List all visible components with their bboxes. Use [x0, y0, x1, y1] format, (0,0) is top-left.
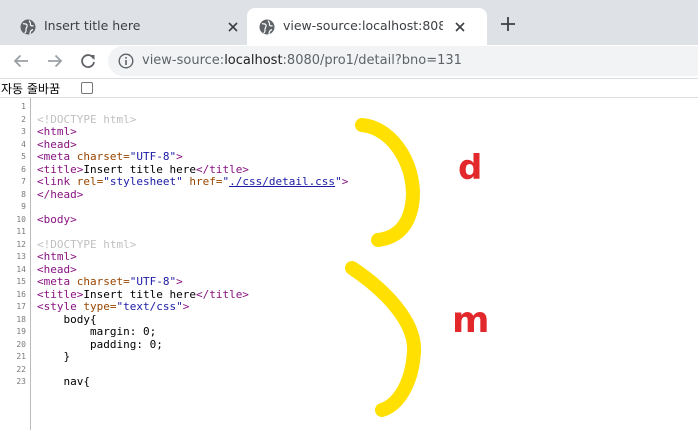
info-icon[interactable] — [118, 53, 134, 69]
url-host: localhost — [224, 53, 283, 68]
globe-icon — [259, 19, 275, 35]
line-wrap-option: 자동 줄바꿈 — [0, 78, 698, 96]
code-token: charset= — [76, 150, 130, 163]
code-token: </title> — [195, 287, 249, 301]
code-token: "text/css" — [116, 300, 183, 313]
code-token: charset= — [76, 275, 130, 288]
code-token: > — [182, 300, 190, 313]
tab-view-source[interactable]: view-source:localhost:8080/pro1/det — [247, 8, 487, 45]
code-token: <head> — [37, 262, 77, 276]
url-text[interactable]: view-source:localhost:8080/pro1/detail?b… — [142, 53, 462, 68]
line-content: nav{ — [37, 375, 90, 389]
code-token: <meta — [37, 150, 77, 163]
code-token: </head> — [37, 187, 84, 201]
code-token: "stylesheet" — [103, 175, 190, 188]
code-token: } — [37, 350, 71, 363]
line-wrap-label: 자동 줄바꿈 — [1, 82, 61, 96]
code-token: </title> — [195, 162, 249, 176]
annotation-letter-m: m — [452, 300, 490, 341]
new-tab-plus-icon[interactable] — [499, 15, 517, 33]
code-token: > — [341, 175, 349, 188]
code-token: <meta — [37, 275, 77, 288]
stylesheet-link[interactable]: ./css/detail.css — [229, 175, 335, 188]
browser-toolbar: view-source:localhost:8080/pro1/detail?b… — [0, 45, 698, 77]
tab-strip: Insert title here view-source:localhost:… — [0, 0, 698, 45]
code-token: <html> — [37, 250, 77, 263]
code-token: > — [176, 150, 183, 163]
code-token: <style — [37, 300, 84, 313]
code-token: type= — [83, 300, 117, 313]
code-token: nav{ — [37, 375, 90, 388]
code-token: <head> — [37, 137, 77, 151]
code-token: <title> — [37, 287, 84, 301]
code-token: margin: 0; — [37, 325, 157, 338]
code-token: <html> — [37, 125, 77, 138]
code-token: <!DOCTYPE html> — [37, 237, 137, 251]
address-bar[interactable]: view-source:localhost:8080/pro1/detail?b… — [108, 46, 698, 76]
line-number: 23 — [16, 377, 26, 386]
annotation-letter-d: d — [458, 148, 483, 188]
tab-insert-title[interactable]: Insert title here — [8, 8, 246, 45]
code-token: Insert title here — [83, 162, 196, 176]
tab-title: Insert title here — [44, 18, 141, 33]
source-line: 23 nav{ — [0, 375, 698, 389]
code-token: "UTF-8" — [129, 275, 177, 288]
url-scheme: view-source: — [142, 53, 225, 68]
code-token: <body> — [37, 212, 77, 226]
close-icon[interactable] — [453, 20, 467, 34]
code-token: body{ — [37, 312, 97, 326]
code-token: <title> — [37, 162, 84, 176]
back-arrow-icon[interactable] — [11, 51, 31, 71]
globe-icon — [20, 19, 36, 35]
close-icon[interactable] — [226, 20, 240, 34]
line-wrap-checkbox[interactable] — [81, 82, 93, 94]
code-token: Insert title here — [83, 287, 196, 301]
code-token: href= — [189, 175, 223, 188]
code-token: "UTF-8" — [129, 150, 177, 163]
code-token: <link — [37, 175, 77, 188]
code-token: rel= — [76, 175, 104, 188]
reload-icon[interactable] — [78, 51, 98, 71]
source-view: 1 2 <!DOCTYPE html> 3 <html> 4 <head> 5 <meta ch… — [0, 97, 698, 430]
code-token: padding: 0; — [37, 337, 163, 351]
tab-title: view-source:localhost:8080/pro1/det — [283, 18, 443, 33]
forward-arrow-icon[interactable] — [45, 51, 65, 71]
code-token: > — [176, 275, 183, 288]
code-token: " — [335, 175, 342, 188]
code-token: <!DOCTYPE html> — [37, 112, 137, 126]
url-path: :8080/pro1/detail?bno=131 — [282, 53, 462, 68]
